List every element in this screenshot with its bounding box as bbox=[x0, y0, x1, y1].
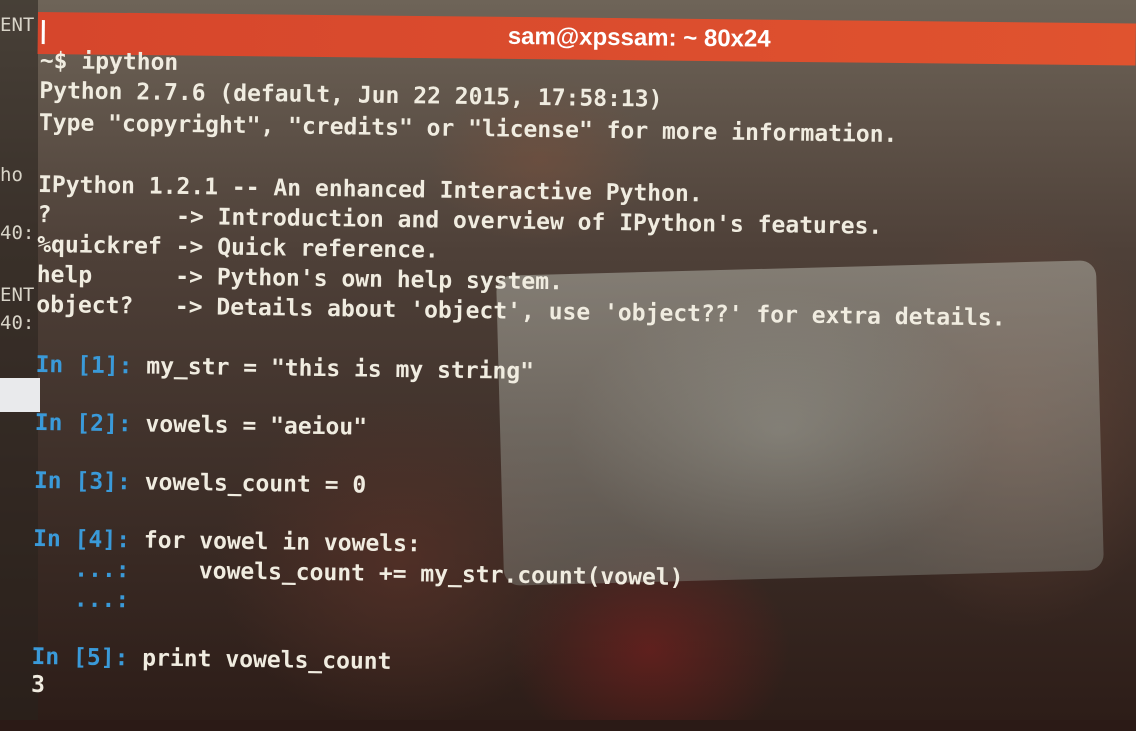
side-fragment: ho bbox=[0, 160, 23, 190]
input-prompt: In [1]: bbox=[35, 352, 132, 379]
cell-code: vowels = "aeiou" bbox=[131, 411, 367, 440]
input-prompt: In [4]: bbox=[33, 526, 130, 553]
input-cell: In [1]: my_str = "this is my string" bbox=[35, 350, 534, 387]
side-fragment: ENT bbox=[0, 280, 34, 310]
continuation-prompt: ...: bbox=[33, 556, 130, 583]
cell-code: my_str = "this is my string" bbox=[132, 353, 534, 385]
input-cell: In [2]: vowels = "aeiou" bbox=[35, 408, 368, 443]
input-prompt: In [3]: bbox=[34, 468, 131, 495]
continuation-line: ...: bbox=[32, 584, 129, 615]
command-line: ~$ ipython bbox=[40, 46, 179, 78]
window-title: sam@xpssam: ~ 80x24 bbox=[508, 23, 771, 54]
titlebar-edge-icon bbox=[42, 20, 45, 44]
cell-code: print vowels_count bbox=[128, 645, 391, 675]
side-fragment: 40: bbox=[0, 308, 34, 338]
cell-output: 3 bbox=[31, 670, 45, 700]
cell-code: for vowel in vowels: bbox=[130, 527, 421, 557]
input-cell: In [3]: vowels_count = 0 bbox=[34, 466, 367, 501]
continuation-prompt: ...: bbox=[32, 586, 129, 613]
input-prompt: In [5]: bbox=[31, 644, 128, 671]
input-prompt: In [2]: bbox=[35, 410, 132, 437]
input-cell: In [5]: print vowels_count bbox=[31, 642, 391, 677]
side-fragment: ENT bbox=[0, 10, 34, 40]
banner-line: object? -> Details about 'object', use '… bbox=[36, 290, 1006, 334]
side-fragment: 40: bbox=[0, 218, 34, 248]
banner-line: Type "copyright", "credits" or "license"… bbox=[39, 108, 898, 150]
terminal-content[interactable]: ~$ ipython Python 2.7.6 (default, Jun 22… bbox=[31, 46, 1130, 731]
cell-code: vowels_count += my_str.count(vowel) bbox=[129, 557, 683, 591]
continuation-line: ...: vowels_count += my_str.count(vowel) bbox=[32, 554, 683, 593]
cell-code: vowels_count = 0 bbox=[131, 469, 367, 498]
